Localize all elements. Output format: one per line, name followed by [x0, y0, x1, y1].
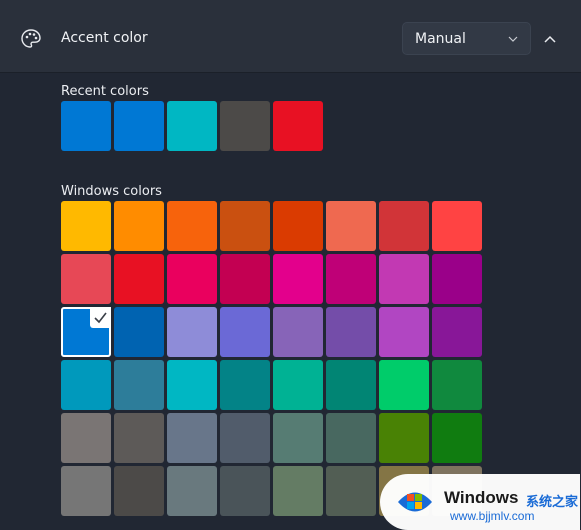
watermark-title: Windows — [444, 488, 519, 507]
chevron-down-icon — [508, 36, 518, 42]
windows-color-swatch[interactable] — [114, 466, 164, 516]
recent-color-swatch[interactable] — [273, 101, 323, 151]
windows-color-swatch[interactable] — [432, 254, 482, 304]
windows-color-swatch[interactable] — [326, 360, 376, 410]
accent-mode-selected: Manual — [415, 31, 466, 47]
windows-color-swatch[interactable] — [379, 413, 429, 463]
windows-color-swatch[interactable] — [61, 466, 111, 516]
windows-color-swatch[interactable] — [167, 201, 217, 251]
windows-color-swatch[interactable] — [379, 360, 429, 410]
windows-color-swatch[interactable] — [61, 254, 111, 304]
watermark-badge: Windows 系统之家 www.bjjmlv.com — [380, 474, 580, 530]
windows-color-swatch[interactable] — [61, 201, 111, 251]
accent-color-title: Accent color — [61, 30, 148, 46]
windows-color-swatch[interactable] — [114, 413, 164, 463]
windows-color-swatch[interactable] — [220, 201, 270, 251]
windows-color-swatch[interactable] — [61, 360, 111, 410]
windows-color-swatch[interactable] — [61, 413, 111, 463]
windows-color-swatch[interactable] — [273, 201, 323, 251]
accent-color-header[interactable]: Accent color Manual — [0, 0, 581, 73]
recent-color-swatch[interactable] — [114, 101, 164, 151]
windows-color-swatch[interactable] — [432, 360, 482, 410]
windows-color-swatch[interactable] — [326, 201, 376, 251]
windows-color-swatch[interactable] — [379, 307, 429, 357]
windows-color-swatch[interactable] — [379, 201, 429, 251]
palette-icon — [21, 29, 41, 48]
recent-color-swatch[interactable] — [220, 101, 270, 151]
windows-color-swatch[interactable] — [167, 254, 217, 304]
windows-color-swatch[interactable] — [220, 360, 270, 410]
windows-color-swatch[interactable] — [114, 360, 164, 410]
windows-color-swatch[interactable] — [432, 413, 482, 463]
windows-color-swatch[interactable] — [273, 254, 323, 304]
windows-colors-label: Windows colors — [61, 184, 162, 199]
windows-color-swatch[interactable] — [220, 254, 270, 304]
windows-color-swatch[interactable] — [167, 413, 217, 463]
windows-color-swatch[interactable] — [432, 307, 482, 357]
windows-color-swatch[interactable] — [114, 254, 164, 304]
windows-color-swatch[interactable] — [379, 254, 429, 304]
selected-badge — [90, 307, 111, 328]
checkmark-icon — [94, 312, 107, 324]
windows-color-swatch[interactable] — [61, 307, 111, 357]
windows-color-swatch[interactable] — [114, 307, 164, 357]
windows-color-swatch[interactable] — [273, 413, 323, 463]
windows-color-swatch[interactable] — [167, 466, 217, 516]
recent-color-swatch[interactable] — [61, 101, 111, 151]
windows-color-swatch[interactable] — [326, 307, 376, 357]
windows-logo-icon — [398, 492, 432, 512]
windows-color-swatch[interactable] — [273, 466, 323, 516]
windows-color-swatch[interactable] — [326, 413, 376, 463]
windows-color-swatch[interactable] — [220, 413, 270, 463]
chevron-up-icon[interactable] — [538, 27, 562, 51]
windows-color-swatch[interactable] — [220, 466, 270, 516]
accent-mode-dropdown[interactable]: Manual — [402, 22, 531, 55]
windows-color-swatch[interactable] — [326, 254, 376, 304]
watermark-url: www.bjjmlv.com — [450, 509, 535, 523]
windows-color-swatch[interactable] — [167, 360, 217, 410]
windows-color-swatch[interactable] — [167, 307, 217, 357]
windows-color-swatch[interactable] — [273, 360, 323, 410]
windows-color-swatch[interactable] — [114, 201, 164, 251]
recent-colors-label: Recent colors — [61, 84, 149, 99]
windows-color-swatch[interactable] — [326, 466, 376, 516]
watermark-subtitle: 系统之家 — [526, 495, 579, 510]
windows-color-swatch[interactable] — [432, 201, 482, 251]
recent-color-swatch[interactable] — [167, 101, 217, 151]
windows-color-swatch[interactable] — [220, 307, 270, 357]
windows-color-swatch[interactable] — [273, 307, 323, 357]
